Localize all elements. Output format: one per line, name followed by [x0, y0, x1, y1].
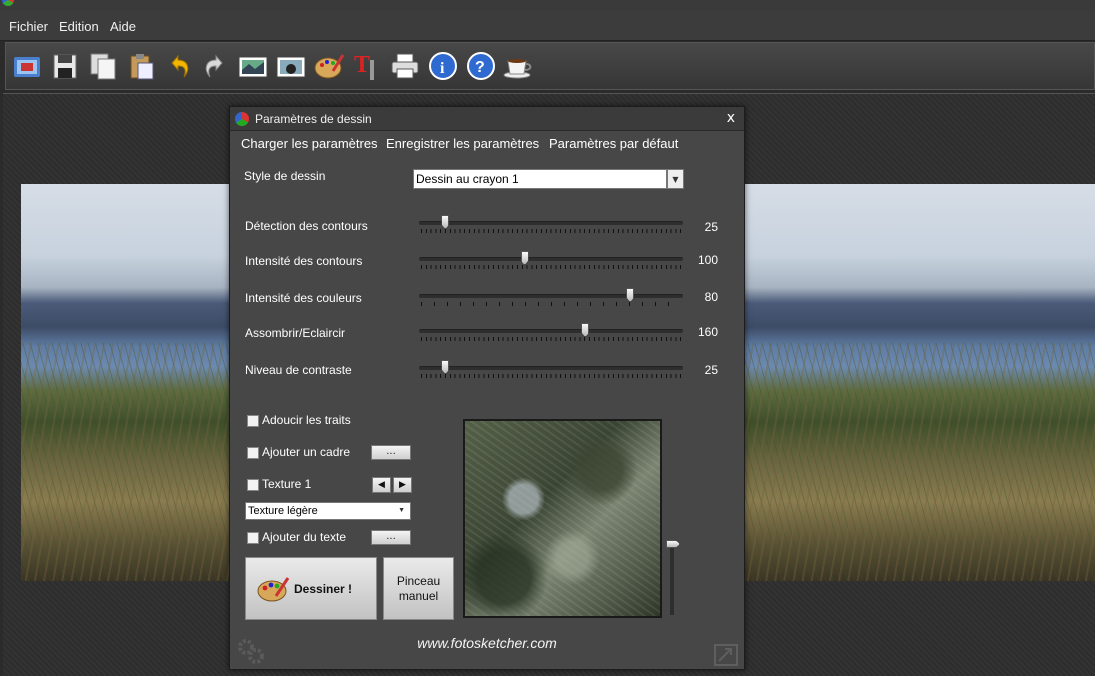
slider-label: Intensité des couleurs	[245, 291, 362, 305]
slider-value: 80	[704, 290, 718, 304]
menu-aide[interactable]: Aide	[110, 19, 136, 34]
app-logo-icon	[235, 112, 249, 126]
frame-options-button[interactable]: ...	[371, 445, 411, 460]
manual-brush-label-2: manuel	[398, 589, 439, 603]
color-intensity-slider[interactable]	[419, 288, 683, 310]
manual-brush-button[interactable]: Pinceau manuel	[383, 557, 454, 620]
resize-icon[interactable]	[714, 644, 738, 666]
slider-value: 25	[704, 220, 718, 234]
main-toolbar: T i ?	[5, 42, 1095, 90]
menu-bar: Fichier Edition Aide	[0, 11, 1095, 41]
drawing-style-label: Style de dessin	[244, 169, 326, 183]
preview-zoom-slider[interactable]	[670, 541, 674, 615]
next-texture-button[interactable]: ▶	[393, 477, 412, 493]
add-frame-label: Ajouter un cadre	[262, 445, 351, 459]
slider-thumb[interactable]	[626, 288, 635, 302]
menu-fichier[interactable]: Fichier	[9, 19, 48, 34]
slider-thumb[interactable]	[441, 215, 450, 229]
edge-detection-slider[interactable]	[419, 215, 683, 237]
chevron-down-icon: ▼	[398, 507, 405, 514]
paste-icon[interactable]	[124, 49, 158, 83]
palette-icon	[257, 577, 290, 602]
load-parameters-menu[interactable]: Charger les paramètres	[241, 136, 378, 151]
copy-icon[interactable]	[86, 49, 120, 83]
svg-text:?: ?	[475, 59, 485, 76]
add-text-checkbox[interactable]	[247, 532, 259, 544]
app-title-bar	[0, 0, 1095, 11]
print-icon[interactable]	[388, 49, 422, 83]
darken-lighten-slider[interactable]	[419, 323, 683, 345]
dialog-title: Paramètres de dessin	[255, 112, 372, 126]
save-parameters-menu[interactable]: Enregistrer les paramètres	[386, 136, 539, 151]
open-image-icon[interactable]	[10, 49, 44, 83]
contrast-level-slider[interactable]	[419, 360, 683, 382]
slider-thumb[interactable]	[581, 323, 590, 337]
info-icon[interactable]: i	[426, 49, 460, 83]
add-text-label: Ajouter du texte	[262, 530, 347, 544]
previous-texture-button[interactable]: ◀	[372, 477, 391, 493]
slider-thumb[interactable]	[520, 251, 529, 265]
texture-label: Texture 1	[262, 477, 312, 491]
slider-value: 100	[697, 253, 718, 267]
menu-edition[interactable]: Edition	[59, 19, 99, 34]
save-icon[interactable]	[48, 49, 82, 83]
drawing-parameters-dialog: Paramètres de dessin x Charger les param…	[229, 106, 745, 670]
slider-label: Assombrir/Eclaircir	[245, 326, 346, 340]
draw-button[interactable]: Dessiner !	[245, 557, 377, 620]
image-effect-icon[interactable]	[274, 49, 308, 83]
slider-label: Intensité des contours	[245, 254, 363, 268]
smooth-lines-label: Adoucir les traits	[262, 413, 351, 427]
drawing-style-select[interactable]: Dessin au crayon 1	[413, 169, 667, 189]
app-logo-icon	[2, 0, 14, 6]
text-options-button[interactable]: ...	[371, 530, 411, 545]
svg-text:T: T	[354, 52, 370, 78]
slider-label: Détection des contours	[245, 219, 368, 233]
edge-intensity-slider[interactable]	[419, 251, 683, 273]
redo-icon[interactable]	[198, 49, 232, 83]
website-link[interactable]: www.fotosketcher.com	[230, 635, 744, 651]
text-tool-icon[interactable]: T	[350, 49, 384, 83]
slider-thumb[interactable]	[441, 360, 450, 374]
texture-checkbox[interactable]	[247, 479, 259, 491]
add-frame-checkbox[interactable]	[247, 447, 259, 459]
palette-icon[interactable]	[312, 49, 346, 83]
slider-label: Niveau de contraste	[245, 363, 352, 377]
slider-value: 25	[704, 363, 718, 377]
slider-thumb[interactable]	[666, 540, 680, 548]
texture-type-select[interactable]: Texture légère ▼	[245, 502, 411, 520]
help-icon[interactable]: ?	[464, 49, 498, 83]
coffee-icon[interactable]	[502, 49, 536, 83]
draw-button-label: Dessiner !	[294, 582, 353, 596]
dialog-title-bar[interactable]: Paramètres de dessin x	[230, 107, 744, 131]
texture-type-value: Texture légère	[248, 505, 318, 517]
gear-icon[interactable]	[236, 637, 266, 665]
chevron-down-icon[interactable]: ▼	[667, 169, 684, 189]
svg-text:i: i	[440, 60, 445, 77]
close-icon[interactable]: x	[727, 110, 735, 126]
image-filter-icon[interactable]	[236, 49, 270, 83]
smooth-lines-checkbox[interactable]	[247, 415, 259, 427]
default-parameters-menu[interactable]: Paramètres par défaut	[549, 136, 678, 151]
slider-value: 160	[697, 325, 718, 339]
sketch-preview	[463, 419, 662, 618]
manual-brush-label-1: Pinceau	[396, 574, 441, 588]
undo-icon[interactable]	[162, 49, 196, 83]
